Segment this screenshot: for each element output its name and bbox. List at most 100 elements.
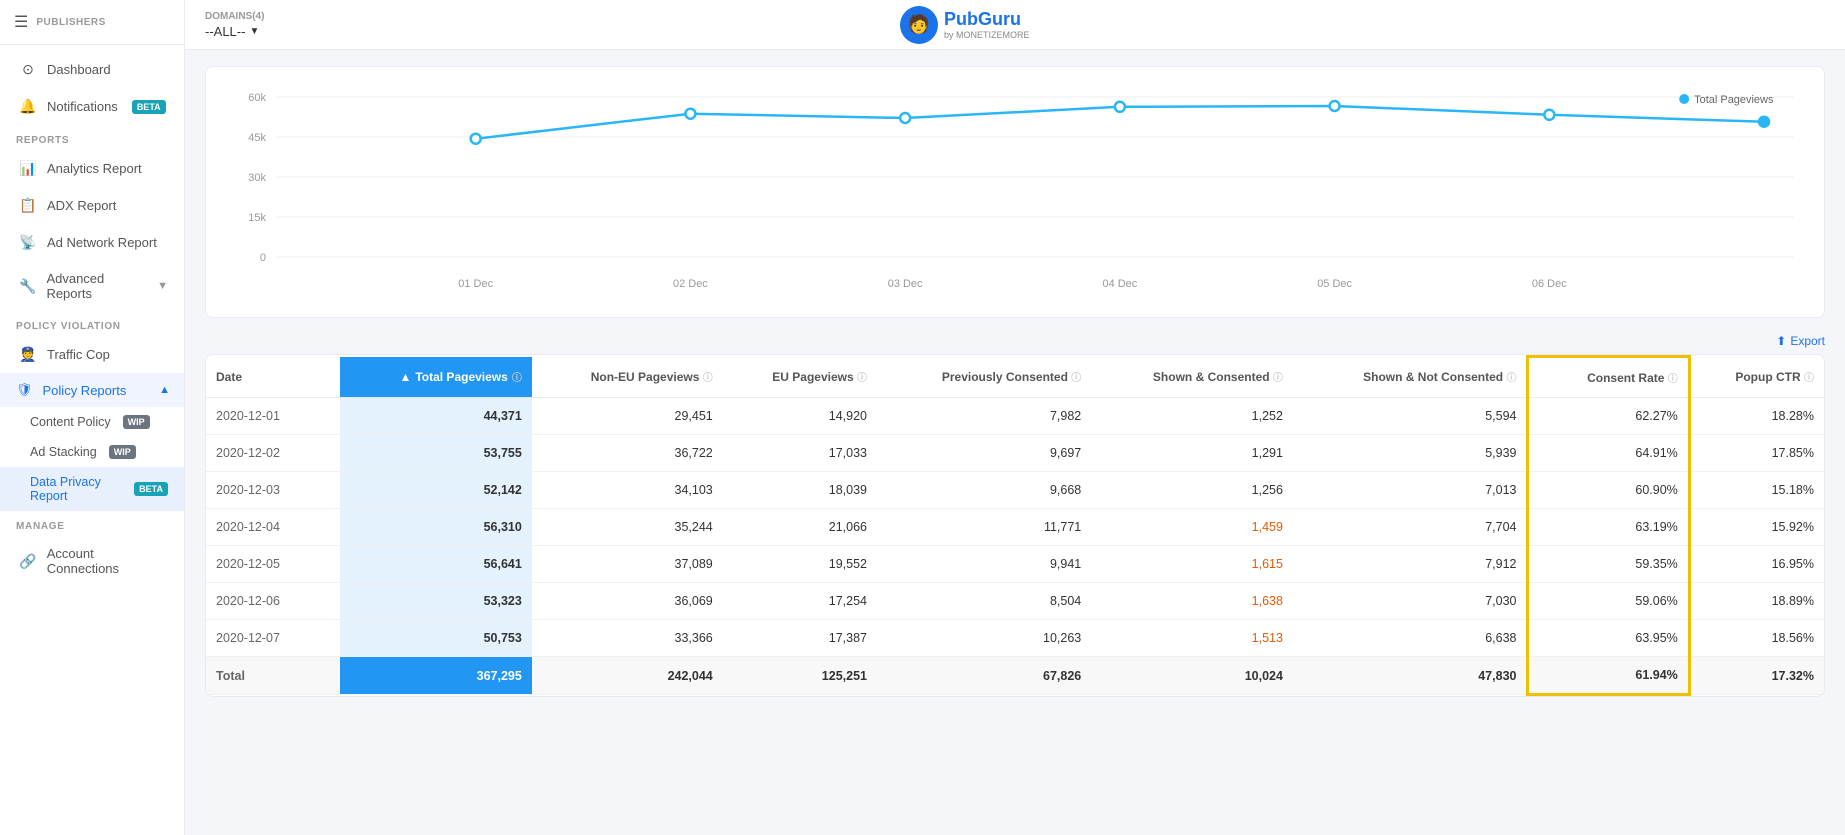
cell-total-non-eu: 242,044	[532, 657, 723, 695]
sidebar-item-trafficcop[interactable]: 👮 Traffic Cop	[0, 336, 184, 373]
th-prev-consented: Previously Consented ⓘ	[877, 357, 1091, 398]
cell-shown-consented: 1,459	[1091, 509, 1293, 546]
export-button[interactable]: ⬆ Export	[1776, 334, 1825, 348]
trafficcop-label: Traffic Cop	[47, 347, 110, 362]
sidebar-item-advanced[interactable]: 🔧 Advanced Reports ▼	[0, 261, 184, 311]
table-row: 2020-12-04 56,310 35,244 21,066 11,771 1…	[206, 509, 1824, 546]
logo-icon: 🧑	[900, 6, 938, 44]
cell-eu: 17,387	[723, 620, 877, 657]
info-icon-shown-nc[interactable]: ⓘ	[1506, 373, 1516, 384]
cell-total-pv: 44,371	[340, 398, 531, 435]
domains-selector[interactable]: DOMAINS(4) --ALL-- ▼	[205, 11, 264, 39]
sidebar: ☰ PUBLISHERS ⊙ Dashboard 🔔 Notifications…	[0, 0, 185, 835]
svg-text:06 Dec: 06 Dec	[1532, 278, 1567, 290]
cell-non-eu: 33,366	[532, 620, 723, 657]
svg-text:30k: 30k	[248, 172, 266, 184]
domains-value-text: --ALL--	[205, 24, 245, 39]
link-icon: 🔗	[19, 553, 37, 570]
hamburger-icon[interactable]: ☰	[14, 12, 28, 32]
sidebar-item-data-privacy[interactable]: Data Privacy Report BETA	[0, 467, 184, 511]
cell-shown-not-consented: 5,594	[1293, 398, 1528, 435]
cell-eu: 17,033	[723, 435, 877, 472]
cell-popup-ctr: 18.28%	[1689, 398, 1824, 435]
cell-non-eu: 37,089	[532, 546, 723, 583]
cell-date: 2020-12-05	[206, 546, 340, 583]
export-label: Export	[1790, 334, 1825, 348]
data-table: Date ▲ Total Pageviews ⓘ Non-EU Pageview…	[205, 354, 1825, 697]
info-icon-total-pv[interactable]: ⓘ	[512, 369, 522, 384]
chart-svg: 60k 45k 30k 15k 0	[226, 87, 1804, 307]
cell-prev-consented: 9,697	[877, 435, 1091, 472]
cell-shown-consented: 1,291	[1091, 435, 1293, 472]
wip-badge-content: WIP	[123, 415, 150, 429]
cell-shown-consented: 1,638	[1091, 583, 1293, 620]
sidebar-item-ad-stacking[interactable]: Ad Stacking WIP	[0, 437, 184, 467]
bell-icon: 🔔	[19, 98, 37, 115]
chart-container: 60k 45k 30k 15k 0	[205, 66, 1825, 318]
content-area: 60k 45k 30k 15k 0	[185, 50, 1845, 835]
sidebar-item-account-connections[interactable]: 🔗 Account Connections	[0, 536, 184, 586]
cell-total-consent-rate: 61.94%	[1528, 657, 1689, 695]
cell-non-eu: 29,451	[532, 398, 723, 435]
adnetwork-label: Ad Network Report	[47, 235, 157, 250]
account-connections-label: Account Connections	[47, 546, 168, 576]
advanced-icon: 🔧	[19, 278, 36, 295]
cell-shown-consented: 1,256	[1091, 472, 1293, 509]
sidebar-item-analytics[interactable]: 📊 Analytics Report	[0, 150, 184, 187]
svg-text:Total Pageviews: Total Pageviews	[1694, 94, 1774, 106]
info-icon-consent[interactable]: ⓘ	[1668, 374, 1678, 385]
cell-total-pv: 52,142	[340, 472, 531, 509]
info-icon-popup[interactable]: ⓘ	[1804, 373, 1814, 384]
cell-total-prev: 67,826	[877, 657, 1091, 695]
cell-prev-consented: 11,771	[877, 509, 1091, 546]
dropdown-arrow-icon: ▼	[249, 26, 259, 37]
th-popup-ctr: Popup CTR ⓘ	[1689, 357, 1824, 398]
wip-badge-stacking: WIP	[109, 445, 136, 459]
cell-total-pv: 56,641	[340, 546, 531, 583]
domains-dropdown[interactable]: --ALL-- ▼	[205, 24, 264, 39]
cell-total-pv: 50,753	[340, 620, 531, 657]
cell-non-eu: 36,069	[532, 583, 723, 620]
cell-total-shown-nc: 47,830	[1293, 657, 1528, 695]
info-icon-shown-c[interactable]: ⓘ	[1273, 373, 1283, 384]
table-row: 2020-12-02 53,755 36,722 17,033 9,697 1,…	[206, 435, 1824, 472]
info-icon-non-eu[interactable]: ⓘ	[703, 373, 713, 384]
sidebar-item-notifications[interactable]: 🔔 Notifications BETA	[0, 88, 184, 125]
domains-label: DOMAINS(4)	[205, 11, 264, 22]
policy-reports-group[interactable]: 🛡 Policy Reports ▲	[0, 373, 184, 407]
cell-total-popup-ctr: 17.32%	[1689, 657, 1824, 695]
cell-popup-ctr: 15.18%	[1689, 472, 1824, 509]
sidebar-item-adx[interactable]: 📋 ADX Report	[0, 187, 184, 224]
sort-up-icon: ▲	[399, 370, 411, 384]
cell-date: 2020-12-06	[206, 583, 340, 620]
cell-non-eu: 35,244	[532, 509, 723, 546]
cell-consent-rate: 63.19%	[1528, 509, 1689, 546]
cell-shown-consented: 1,252	[1091, 398, 1293, 435]
sidebar-item-content-policy[interactable]: Content Policy WIP	[0, 407, 184, 437]
policy-reports-label: Policy Reports	[43, 383, 127, 398]
chevron-down-icon: ▼	[157, 280, 168, 292]
table-row: 2020-12-05 56,641 37,089 19,552 9,941 1,…	[206, 546, 1824, 583]
svg-text:15k: 15k	[248, 212, 266, 224]
cell-eu: 17,254	[723, 583, 877, 620]
svg-text:04 Dec: 04 Dec	[1102, 278, 1137, 290]
sidebar-item-adnetwork[interactable]: 📡 Ad Network Report	[0, 224, 184, 261]
cell-consent-rate: 64.91%	[1528, 435, 1689, 472]
cell-total-shown-c: 10,024	[1091, 657, 1293, 695]
table-total-row: Total 367,295 242,044 125,251 67,826 10,…	[206, 657, 1824, 695]
cell-date: 2020-12-03	[206, 472, 340, 509]
reports-section-label: REPORTS	[0, 125, 184, 150]
cell-total-label: Total	[206, 657, 340, 695]
sidebar-item-dashboard[interactable]: ⊙ Dashboard	[0, 51, 184, 88]
cell-non-eu: 34,103	[532, 472, 723, 509]
info-icon-eu[interactable]: ⓘ	[857, 373, 867, 384]
cell-prev-consented: 8,504	[877, 583, 1091, 620]
chevron-up-icon: ▲	[159, 384, 170, 396]
th-shown-not-consented: Shown & Not Consented ⓘ	[1293, 357, 1528, 398]
cell-shown-not-consented: 7,704	[1293, 509, 1528, 546]
info-icon-prev[interactable]: ⓘ	[1071, 373, 1081, 384]
table-row: 2020-12-03 52,142 34,103 18,039 9,668 1,…	[206, 472, 1824, 509]
cell-total-eu: 125,251	[723, 657, 877, 695]
data-privacy-label: Data Privacy Report	[30, 475, 122, 503]
analytics-label: Analytics Report	[47, 161, 142, 176]
